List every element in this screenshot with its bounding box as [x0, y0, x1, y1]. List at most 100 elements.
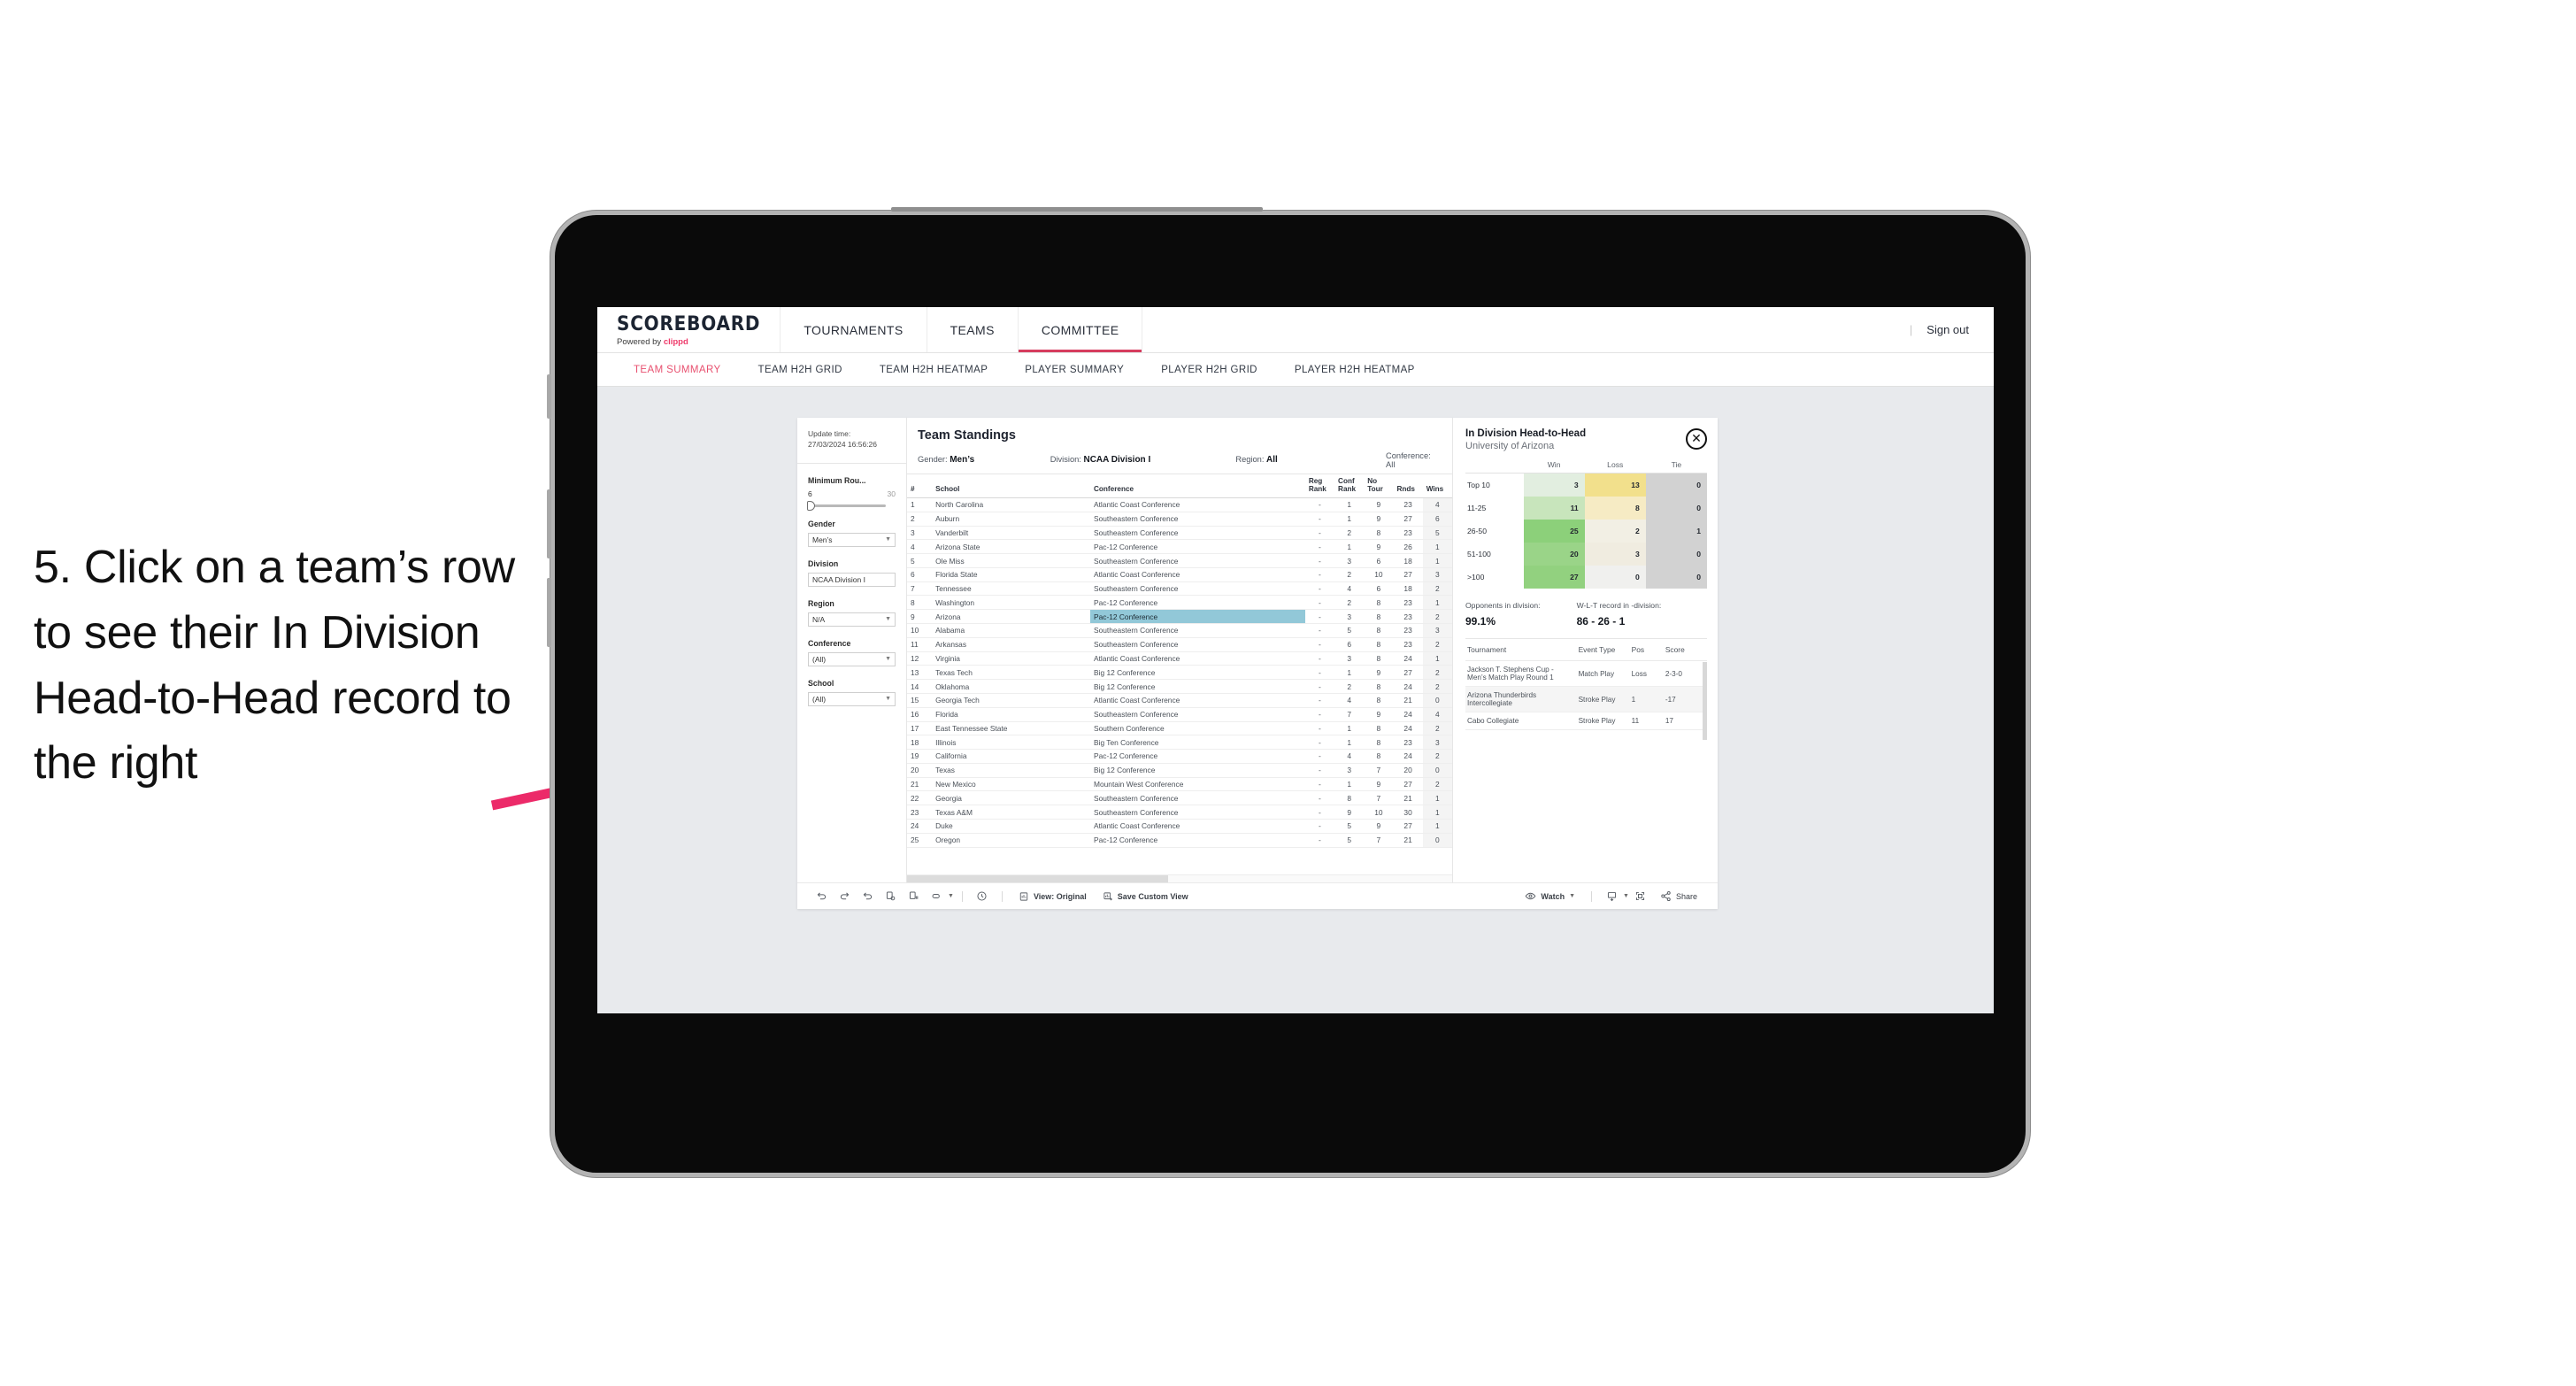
h2h-cell[interactable]: 11 [1523, 497, 1585, 520]
col-wins[interactable]: Wins [1422, 474, 1452, 498]
table-row[interactable]: 18 Illinois Big Ten Conference -1 8 23 3 [907, 735, 1452, 751]
shape-icon[interactable] [925, 890, 948, 902]
gender-select[interactable]: Men’s ▼ [808, 532, 896, 547]
chevron-down-icon[interactable]: ▼ [948, 893, 954, 899]
h2h-cell[interactable]: 8 [1584, 497, 1646, 520]
scrollbar-thumb[interactable] [907, 875, 1168, 882]
h2h-cell[interactable]: 3 [1584, 543, 1646, 566]
col-rnds[interactable]: Rnds [1393, 474, 1423, 498]
division-summary-value: NCAA Division I [1083, 455, 1151, 465]
refresh-data-icon[interactable] [879, 890, 902, 902]
list-item[interactable]: Cabo Collegiate Stroke Play 11 17 [1465, 712, 1707, 730]
col-rank[interactable]: # [907, 474, 933, 498]
table-row[interactable]: 24 Duke Atlantic Coast Conference -5 9 27 1 [907, 819, 1452, 834]
fullscreen-icon[interactable] [1629, 890, 1652, 902]
col-no-tour[interactable]: No Tour [1364, 474, 1394, 498]
table-row[interactable]: 19 California Pac-12 Conference -4 8 24 2 [907, 749, 1452, 764]
list-item[interactable]: Jackson T. Stephens Cup - Men’s Match Pl… [1465, 660, 1707, 687]
chevron-down-icon[interactable]: ▼ [1569, 893, 1575, 899]
brand-logo[interactable]: SCOREBOARD Powered by clippd [597, 307, 781, 352]
table-row[interactable]: 3 Vanderbilt Southeastern Conference -2 8 23 5 [907, 526, 1452, 541]
table-row[interactable]: 17 East Tennessee State Southern Conferenc… [907, 721, 1452, 736]
table-row[interactable]: 21 New Mexico Mountain West Conference -1 9 2… [907, 777, 1452, 792]
clock-icon[interactable] [971, 890, 994, 902]
subtab-player-summary[interactable]: PLAYER SUMMARY [1006, 365, 1142, 375]
h2h-cell[interactable]: 25 [1523, 520, 1585, 543]
watch-button[interactable]: Watch ▼ [1517, 890, 1583, 902]
h2h-cell[interactable]: 0 [1645, 566, 1707, 589]
power-button[interactable] [547, 374, 551, 419]
table-row[interactable]: 20 Texas Big 12 Conference -3 7 20 0 [907, 763, 1452, 778]
table-row[interactable]: 11 Arkansas Southeastern Conference -6 8 23 2 [907, 637, 1452, 652]
region-select[interactable]: N/A ▼ [808, 612, 896, 627]
table-row[interactable]: 6 Florida State Atlantic Coast Conference -… [907, 567, 1452, 582]
col-event-type[interactable]: Event Type [1576, 639, 1630, 661]
col-school[interactable]: School [932, 474, 1091, 498]
table-row[interactable]: 10 Alabama Southeastern Conference -5 8 23 3 [907, 623, 1452, 638]
col-conference[interactable]: Conference [1090, 474, 1305, 498]
table-row[interactable]: 23 Texas A&M Southeastern Conference -9 10 30… [907, 805, 1452, 820]
h2h-cell[interactable]: 1 [1645, 520, 1707, 543]
close-icon[interactable]: ✕ [1686, 428, 1707, 450]
save-custom-view-button[interactable]: Save Custom View [1095, 891, 1196, 902]
table-row[interactable]: 8 Washington Pac-12 Conference -2 8 23 1 [907, 595, 1452, 611]
table-row[interactable]: 4 Arizona State Pac-12 Conference -1 9 26 1 [907, 539, 1452, 555]
division-select[interactable]: NCAA Division I [808, 572, 896, 587]
redo-icon[interactable] [833, 890, 856, 902]
table-row[interactable]: 14 Oklahoma Big 12 Conference -2 8 24 2 [907, 679, 1452, 694]
volume-up-button[interactable] [547, 489, 551, 558]
table-row[interactable]: 16 Florida Southeastern Conference -7 9 24 4 [907, 707, 1452, 722]
signout-link[interactable]: Sign out [1926, 323, 1969, 336]
nav-tab-teams[interactable]: TEAMS [927, 307, 1019, 352]
minimum-rounds-slider[interactable] [807, 500, 886, 511]
h2h-cell[interactable]: 0 [1645, 497, 1707, 520]
table-row[interactable]: 9 Arizona Pac-12 Conference -3 8 23 2 [907, 609, 1452, 625]
cell-tournament-name: Cabo Collegiate [1465, 712, 1577, 730]
horizontal-scrollbar[interactable] [907, 874, 1452, 882]
h2h-cell[interactable]: 2 [1584, 520, 1646, 543]
table-row[interactable]: 25 Oregon Pac-12 Conference -5 7 21 0 [907, 833, 1452, 848]
table-row[interactable]: 15 Georgia Tech Atlantic Coast Conference -… [907, 693, 1452, 708]
volume-down-button[interactable] [547, 578, 551, 647]
h2h-cell[interactable]: 27 [1523, 566, 1585, 589]
table-row[interactable]: 12 Virginia Atlantic Coast Conference -3 8 24… [907, 651, 1452, 666]
subtab-player-h2h-grid[interactable]: PLAYER H2H GRID [1142, 365, 1276, 375]
nav-tab-tournaments[interactable]: TOURNAMENTS [780, 307, 927, 352]
chevron-down-icon[interactable]: ▼ [1623, 893, 1629, 899]
cell-rank: 5 [907, 553, 933, 568]
nav-tab-committee[interactable]: COMMITTEE [1018, 307, 1143, 352]
h2h-cell[interactable]: 20 [1523, 543, 1585, 566]
school-select[interactable]: (All) ▼ [808, 691, 896, 706]
revert-icon[interactable] [856, 890, 879, 902]
cell-conference: Pac-12 Conference [1090, 595, 1305, 611]
table-row[interactable]: 1 North Carolina Atlantic Coast Conference… [907, 497, 1452, 512]
subtab-player-h2h-heatmap[interactable]: PLAYER H2H HEATMAP [1276, 365, 1434, 375]
slider-handle[interactable] [807, 500, 815, 511]
download-icon[interactable] [1600, 890, 1623, 902]
pause-auto-update-icon[interactable] [902, 890, 925, 902]
share-button[interactable]: Share [1652, 890, 1705, 902]
h2h-cell[interactable]: 13 [1584, 473, 1646, 497]
h2h-cell[interactable]: 3 [1523, 473, 1585, 497]
col-conf-rank[interactable]: Conf Rank [1334, 474, 1365, 498]
subtab-team-h2h-grid[interactable]: TEAM H2H GRID [740, 365, 861, 375]
table-row[interactable]: 13 Texas Tech Big 12 Conference -1 9 27 2 [907, 665, 1452, 681]
table-row[interactable]: 2 Auburn Southeastern Conference -1 9 27 6 [907, 512, 1452, 527]
vertical-scrollbar[interactable] [1703, 662, 1707, 740]
col-pos[interactable]: Pos [1629, 639, 1664, 661]
subtab-team-summary[interactable]: TEAM SUMMARY [615, 365, 740, 375]
col-score[interactable]: Score [1663, 639, 1707, 661]
subtab-team-h2h-heatmap[interactable]: TEAM H2H HEATMAP [861, 365, 1006, 375]
conference-select[interactable]: (All) ▼ [808, 651, 896, 666]
h2h-cell[interactable]: 0 [1584, 566, 1646, 589]
table-row[interactable]: 5 Ole Miss Southeastern Conference -3 6 18 1 [907, 553, 1452, 568]
h2h-cell[interactable]: 0 [1645, 473, 1707, 497]
col-reg-rank[interactable]: Reg Rank [1304, 474, 1335, 498]
col-tournament[interactable]: Tournament [1465, 639, 1577, 661]
h2h-cell[interactable]: 0 [1645, 543, 1707, 566]
table-row[interactable]: 22 Georgia Southeastern Conference -8 7 21 1 [907, 790, 1452, 806]
list-item[interactable]: Arizona Thunderbirds Intercollegiate Stro… [1465, 686, 1707, 712]
view-original-button[interactable]: View: Original [1011, 891, 1095, 902]
table-row[interactable]: 7 Tennessee Southeastern Conference -4 6 18 2 [907, 581, 1452, 597]
undo-icon[interactable] [810, 890, 833, 902]
